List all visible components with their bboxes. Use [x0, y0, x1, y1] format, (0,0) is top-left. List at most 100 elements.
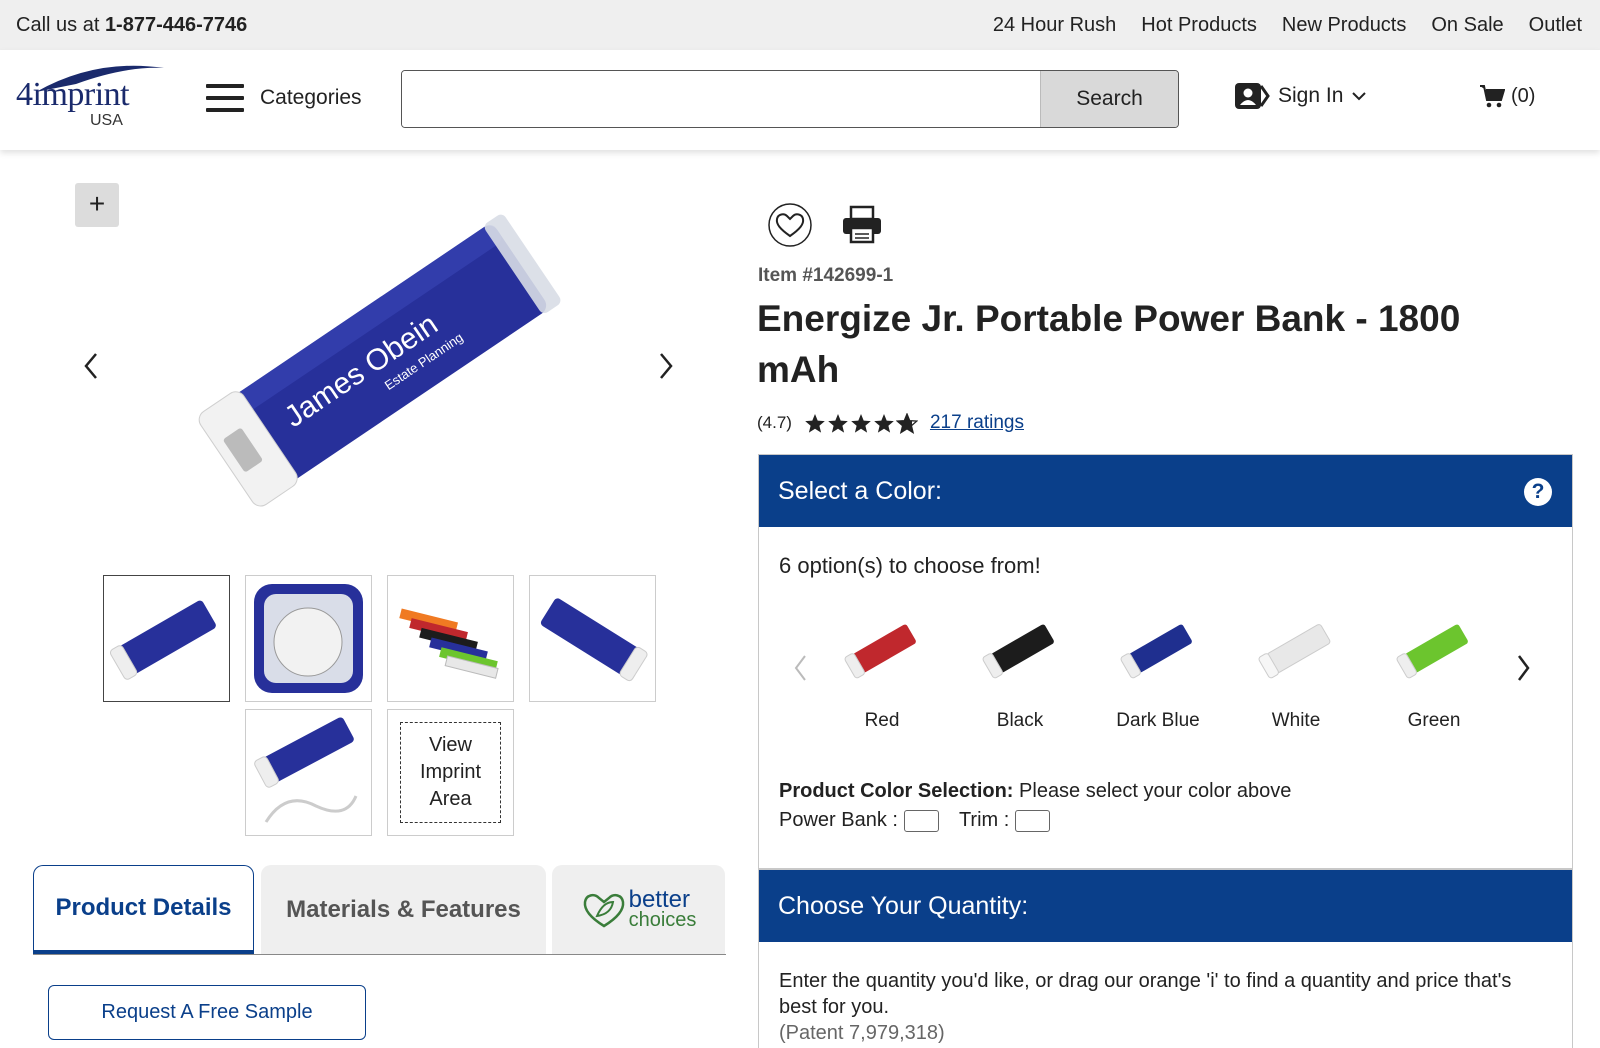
link-hot-products[interactable]: Hot Products [1141, 14, 1257, 37]
call-us: Call us at 1-877-446-7746 [16, 14, 247, 37]
item-number: Item #142699-1 [758, 265, 894, 286]
trim-color-chip [1015, 809, 1051, 832]
swatch-label: Green [1407, 710, 1461, 731]
thumbnail-5[interactable] [245, 709, 372, 836]
call-prefix: Call us at [16, 14, 100, 36]
cart-count: (0) [1511, 84, 1536, 107]
categories-label: Categories [260, 86, 362, 109]
categories-menu[interactable]: Categories [206, 84, 362, 112]
thumbnail-image [399, 608, 499, 679]
cart[interactable]: (0) [1479, 84, 1535, 108]
thumbnail-4[interactable] [529, 575, 656, 702]
thumbnail-image [254, 584, 363, 693]
swatch-label: White [1271, 710, 1321, 731]
rating-summary: (4.7) 217 ratings [757, 412, 1024, 434]
search-bar: Search [401, 70, 1179, 128]
swatch-label: Black [996, 710, 1044, 731]
swatch-label: Red [864, 710, 900, 731]
logo[interactable]: 4imprint USA [16, 62, 166, 132]
cart-icon [1480, 85, 1505, 108]
patent-text: (Patent 7,979,318) [779, 1022, 945, 1044]
logo-region: USA [90, 112, 123, 129]
swatch-image [1258, 624, 1331, 679]
swatch-label: Dark Blue [1116, 710, 1200, 731]
link-24-hour-rush[interactable]: 24 Hour Rush [993, 14, 1116, 37]
view-imprint-label: View Imprint Area [400, 722, 501, 823]
trim-label: Trim : [958, 809, 1010, 831]
star-icon [805, 413, 825, 433]
tab-materials-features[interactable]: Materials & Features [261, 865, 546, 954]
thumbnail-image [109, 600, 216, 680]
rating-stars [804, 412, 918, 434]
favorite-heart-icon[interactable] [767, 202, 813, 248]
swatch-image [982, 624, 1054, 679]
thumbnail-2[interactable] [245, 575, 372, 702]
request-sample-button[interactable]: Request A Free Sample [48, 985, 366, 1040]
quantity-text: Enter the quantity you'd like, or drag o… [779, 970, 1512, 1018]
account-card-icon [1235, 83, 1270, 109]
color-panel-header: Select a Color: ? [759, 455, 1572, 527]
link-on-sale[interactable]: On Sale [1431, 14, 1503, 37]
color-next-arrow-icon[interactable] [1511, 651, 1535, 685]
gallery-prev-arrow-icon[interactable] [76, 346, 106, 386]
color-prev-arrow-icon[interactable] [789, 651, 813, 685]
link-new-products[interactable]: New Products [1282, 14, 1407, 37]
options-count: 6 option(s) to choose from! [779, 553, 1041, 578]
color-panel: Select a Color: ? 6 option(s) to choose … [758, 454, 1573, 869]
thumbnail-3[interactable] [387, 575, 514, 702]
better-choices-line1: better [628, 885, 690, 913]
star-icon [851, 413, 871, 433]
sign-in-label: Sign In [1278, 84, 1344, 107]
tab-product-details[interactable]: Product Details [33, 865, 254, 954]
swatch-white[interactable]: White [1231, 605, 1361, 731]
product-main-image: James Obein Estate Planning [198, 214, 561, 507]
quantity-instructions: Enter the quantity you'd like, or drag o… [779, 968, 1539, 1046]
thumbnail-image [254, 717, 358, 823]
thumbnail-image [540, 598, 648, 682]
link-outlet[interactable]: Outlet [1529, 14, 1582, 37]
hamburger-icon [206, 84, 244, 112]
power-bank-color-chip [903, 809, 939, 832]
phone-number[interactable]: 1-877-446-7746 [105, 14, 247, 36]
quantity-panel-title: Choose Your Quantity: [778, 891, 1029, 920]
swatch-green[interactable]: Green [1369, 605, 1499, 731]
star-partial-icon [895, 412, 918, 434]
utility-bar: Call us at 1-877-446-7746 24 Hour Rush H… [0, 0, 1600, 50]
quantity-panel: Choose Your Quantity: Enter the quantity… [758, 869, 1573, 1048]
zoom-button[interactable]: + [75, 183, 119, 227]
color-panel-title: Select a Color: [778, 476, 942, 505]
tab-better-choices[interactable]: better choices [552, 865, 725, 954]
rating-value: (4.7) [757, 413, 792, 432]
print-icon[interactable] [840, 205, 884, 245]
product-tabs: Product Details Materials & Features bet… [33, 865, 726, 955]
utility-links: 24 Hour Rush Hot Products New Products O… [993, 14, 1582, 37]
gallery-next-arrow-icon[interactable] [651, 346, 681, 386]
sign-in-menu[interactable]: Sign In [1234, 82, 1367, 110]
logo-wordmark: 4imprint [16, 76, 130, 113]
selection-value: Please select your color above [1019, 780, 1292, 802]
view-imprint-area[interactable]: View Imprint Area [387, 709, 514, 836]
swatch-image [1396, 624, 1468, 679]
search-button[interactable]: Search [1040, 71, 1178, 127]
swatch-image [844, 624, 916, 679]
star-icon [828, 413, 848, 433]
swatch-dark-blue[interactable]: Dark Blue [1093, 605, 1223, 731]
site-header: 4imprint USA Categories Search Sign In (… [0, 50, 1600, 150]
selection-label: Product Color Selection: [779, 780, 1014, 802]
power-bank-label: Power Bank : [779, 809, 898, 831]
swatch-red[interactable]: Red [817, 605, 947, 731]
better-choices-line2: choices [628, 908, 697, 931]
swatch-black[interactable]: Black [955, 605, 1085, 731]
chevron-down-icon [1352, 92, 1367, 101]
leaf-heart-icon [583, 893, 624, 927]
product-title: Energize Jr. Portable Power Bank - 1800 … [757, 298, 1461, 390]
thumbnail-1[interactable] [103, 575, 230, 702]
quantity-panel-header: Choose Your Quantity: [759, 870, 1572, 942]
ratings-link[interactable]: 217 ratings [930, 412, 1024, 434]
color-selection-summary: Product Color Selection: Please select y… [779, 777, 1291, 835]
color-swatches: Red Black Dark Blue White Green [817, 605, 1507, 745]
search-input[interactable] [402, 71, 1040, 127]
star-icon [874, 413, 894, 433]
help-icon[interactable]: ? [1524, 478, 1552, 506]
swatch-image [1120, 624, 1192, 679]
